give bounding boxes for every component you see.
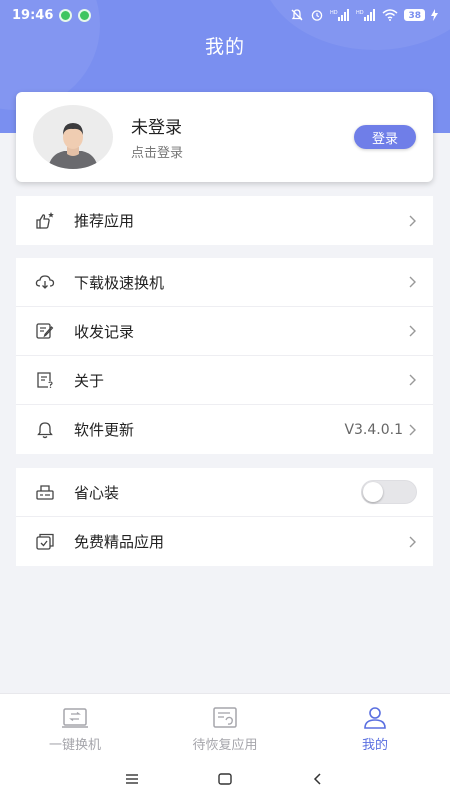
user-card[interactable]: 未登录 点击登录 登录 bbox=[16, 92, 433, 182]
cloud-download-icon bbox=[34, 271, 56, 293]
menu-section-main: 下载极速换机 收发记录 关于 软件更新 V3.4.0.1 bbox=[16, 258, 433, 454]
signal-icon: HD bbox=[330, 9, 350, 21]
home-icon[interactable] bbox=[213, 767, 237, 791]
menu-item-software-update[interactable]: 软件更新 V3.4.0.1 bbox=[16, 405, 433, 454]
login-hint[interactable]: 点击登录 bbox=[131, 142, 183, 161]
tab-mine[interactable]: 我的 bbox=[300, 694, 450, 757]
tab-one-click-transfer[interactable]: 一键换机 bbox=[0, 694, 150, 757]
menu-item-label: 下载极速换机 bbox=[74, 273, 165, 292]
thumbs-up-star-icon bbox=[34, 210, 56, 232]
wechat-notification-icon bbox=[59, 8, 73, 22]
menu-item-free-apps[interactable]: 免费精品应用 bbox=[16, 517, 433, 566]
menu-item-label: 省心装 bbox=[74, 483, 120, 502]
menu-section-recommend: 推荐应用 bbox=[16, 196, 433, 245]
menu-icon[interactable] bbox=[120, 767, 144, 791]
wifi-icon bbox=[382, 9, 398, 21]
menu-item-label: 免费精品应用 bbox=[74, 533, 165, 551]
battery-icon: 38 bbox=[404, 9, 425, 21]
tab-pending-restore[interactable]: 待恢复应用 bbox=[150, 694, 300, 757]
tab-label: 一键换机 bbox=[48, 738, 101, 753]
status-bar: 19:46 HD HD 38 bbox=[0, 0, 450, 30]
edit-record-icon bbox=[34, 320, 56, 342]
menu-item-label: 关于 bbox=[74, 371, 105, 390]
signal-icon: HD bbox=[356, 9, 376, 21]
chevron-right-icon bbox=[407, 373, 417, 387]
bell-icon bbox=[34, 419, 56, 441]
menu-item-download[interactable]: 下载极速换机 bbox=[16, 258, 433, 307]
restore-list-icon bbox=[213, 707, 237, 728]
login-button[interactable]: 登录 bbox=[354, 125, 416, 149]
chevron-right-icon bbox=[407, 324, 417, 338]
menu-item-recommended-apps[interactable]: 推荐应用 bbox=[16, 196, 433, 245]
chevron-right-icon bbox=[407, 535, 417, 549]
chevron-right-icon bbox=[407, 275, 417, 289]
chevron-right-icon bbox=[407, 423, 417, 437]
menu-item-label: 收发记录 bbox=[74, 322, 135, 341]
user-name: 未登录 bbox=[131, 118, 182, 138]
menu-item-about[interactable]: 关于 bbox=[16, 356, 433, 405]
menu-item-transfer-records[interactable]: 收发记录 bbox=[16, 307, 433, 356]
menu-item-label: 推荐应用 bbox=[74, 212, 135, 230]
default-avatar-icon bbox=[48, 123, 98, 169]
avatar[interactable] bbox=[33, 105, 113, 169]
alarm-icon bbox=[310, 8, 324, 22]
back-icon[interactable] bbox=[306, 767, 330, 791]
person-icon bbox=[364, 707, 386, 729]
page-title: 我的 bbox=[204, 36, 245, 58]
menu-item-label: 软件更新 bbox=[74, 421, 135, 439]
svg-text:HD: HD bbox=[356, 10, 364, 16]
charging-icon bbox=[431, 9, 438, 21]
toggle-knob bbox=[363, 482, 383, 502]
app-box-icon bbox=[34, 531, 56, 553]
system-navigation-bar bbox=[0, 757, 450, 800]
installer-icon bbox=[34, 481, 56, 503]
wechat-notification-icon bbox=[78, 8, 92, 22]
tab-label: 待恢复应用 bbox=[192, 738, 258, 753]
info-doc-icon bbox=[34, 369, 56, 391]
chevron-right-icon bbox=[407, 214, 417, 228]
version-text: V3.4.0.1 bbox=[344, 421, 403, 438]
bottom-nav: 一键换机 待恢复应用 我的 bbox=[0, 693, 450, 757]
tab-label: 我的 bbox=[361, 738, 388, 753]
phone-transfer-icon bbox=[62, 708, 88, 728]
menu-section-extras: 省心装 免费精品应用 bbox=[16, 468, 433, 566]
svg-text:HD: HD bbox=[330, 10, 338, 16]
status-time: 19:46 bbox=[12, 7, 54, 23]
mute-bell-icon bbox=[290, 8, 304, 22]
easy-install-toggle[interactable] bbox=[361, 480, 417, 504]
menu-item-easy-install: 省心装 bbox=[16, 468, 433, 517]
